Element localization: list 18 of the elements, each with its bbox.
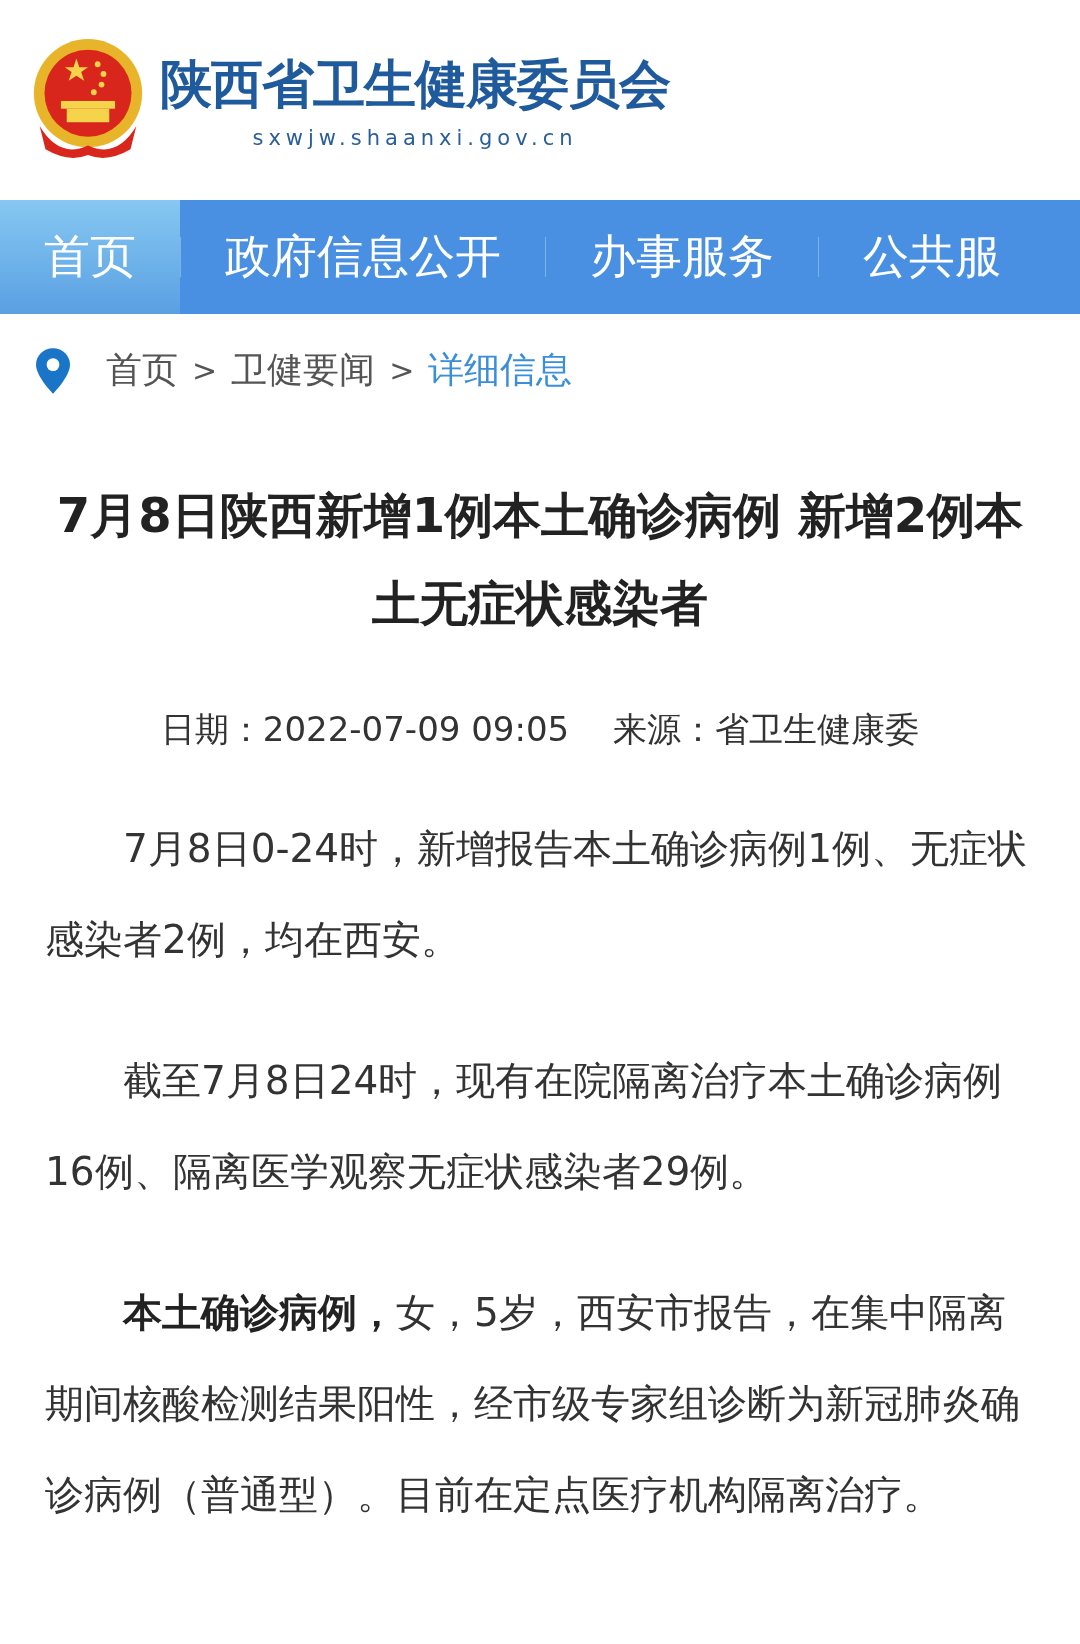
site-name: 陕西省卫生健康委员会: [160, 52, 670, 116]
nav-tab[interactable]: 公共服: [819, 200, 1045, 314]
article-paragraph: 本土确诊病例，女，5岁，西安市报告，在集中隔离期间核酸检测结果阳性，经市级专家组诊断为新冠肺炎确诊病例（普通型）。目前在定点医疗机构隔离治疗。: [45, 1289, 1021, 1519]
breadcrumb-separator: >: [192, 353, 218, 388]
site-domain: sxwjw.shaanxi.gov.cn: [252, 126, 578, 150]
nav-tab[interactable]: 办事服务: [546, 200, 818, 314]
article-paragraph: 7月8日0-24时，新增报告本土确诊病例1例、无症状感染者2例，均在西安。: [45, 825, 1028, 964]
location-pin-icon: [36, 347, 70, 394]
article-title: 7月8日陕西新增1例本土确诊病例 新增2例本土无症状感染者: [55, 486, 1025, 633]
breadcrumb-link[interactable]: 首页: [106, 346, 178, 395]
breadcrumb-link[interactable]: 详细信息: [428, 346, 573, 395]
article-source: 来源：省卫生健康委: [613, 708, 920, 751]
publish-date: 日期：2022-07-09 09:05: [160, 708, 570, 751]
nav-tab[interactable]: 首页: [0, 200, 180, 314]
breadcrumb-separator: >: [389, 353, 415, 388]
breadcrumb-link[interactable]: 卫健要闻: [231, 346, 376, 395]
article-paragraph: 截至7月8日24时，现有在院隔离治疗本土确诊病例16例、隔离医学观察无症状感染者29例。: [45, 1057, 1004, 1196]
nav-tab[interactable]: 政府信息公开: [181, 200, 545, 314]
